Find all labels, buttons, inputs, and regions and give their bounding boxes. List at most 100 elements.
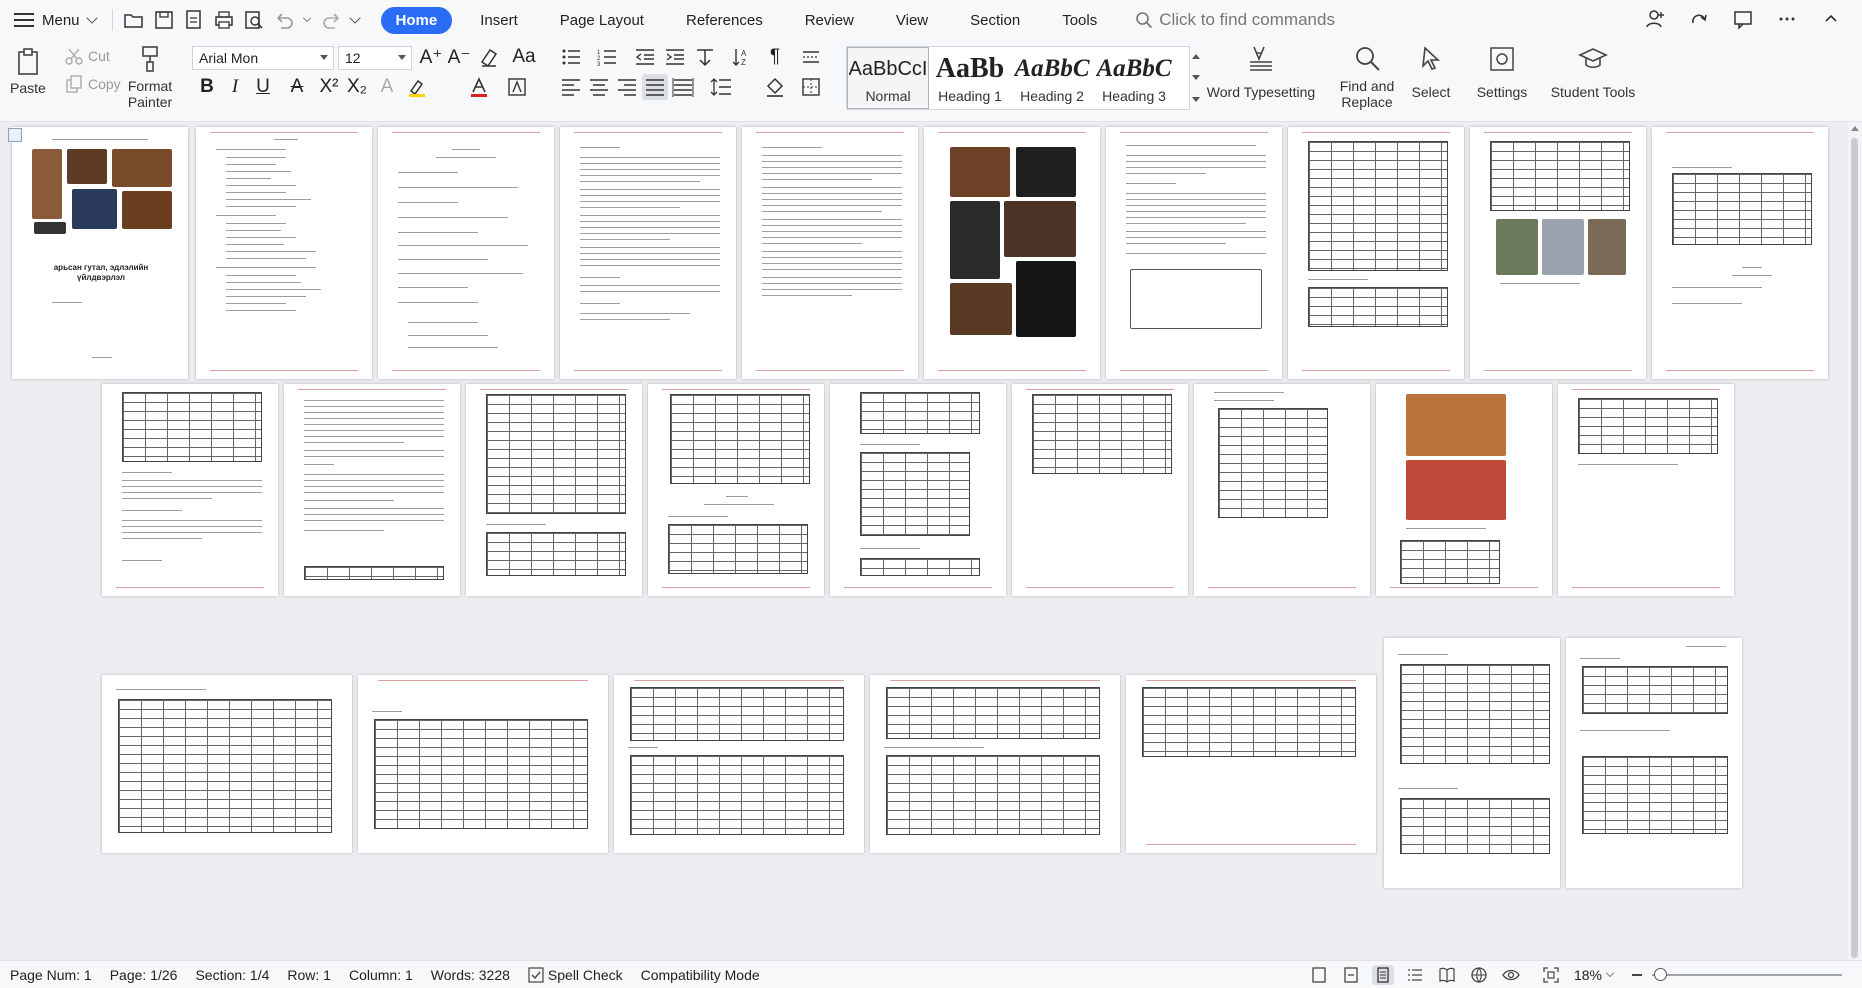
highlight-icon[interactable] (404, 74, 430, 100)
tab-section[interactable]: Section (956, 7, 1034, 34)
print-preview-icon[interactable] (241, 7, 267, 33)
page-thumbnail[interactable] (870, 675, 1120, 853)
line-spacing-icon[interactable] (708, 74, 734, 100)
style-heading-3[interactable]: AaBbC Heading 3 (1093, 47, 1175, 109)
redo-icon[interactable] (319, 7, 345, 33)
page-indicator[interactable]: Page: 1/26 (110, 967, 178, 983)
sort-icon[interactable]: AZ (730, 44, 756, 70)
page-view-icon[interactable] (1371, 965, 1394, 985)
scrollbar-thumb[interactable] (1851, 138, 1858, 958)
paste-button[interactable]: Paste (10, 44, 46, 96)
style-normal[interactable]: AaBbCcI Normal (847, 47, 929, 109)
strikethrough-icon[interactable]: A (284, 74, 310, 100)
page-thumbnail[interactable] (560, 127, 736, 379)
font-color-icon[interactable] (466, 74, 492, 100)
collapse-ribbon-icon[interactable] (1818, 6, 1844, 32)
bullets-icon[interactable] (558, 44, 584, 70)
find-replace-button[interactable]: Find and Replace (1334, 42, 1400, 110)
add-user-icon[interactable] (1642, 6, 1668, 32)
page-thumbnail[interactable] (1376, 384, 1552, 596)
chevron-down-icon[interactable] (85, 12, 98, 24)
settings-button[interactable]: Settings (1472, 42, 1532, 100)
more-icon[interactable] (1774, 6, 1800, 32)
word-count[interactable]: Words: 3228 (431, 967, 510, 983)
distributed-icon[interactable] (670, 74, 696, 100)
page-thumbnail[interactable] (1126, 675, 1376, 853)
tab-view[interactable]: View (882, 7, 942, 34)
italic-icon[interactable]: I (222, 74, 248, 100)
styles-scroll[interactable] (1190, 46, 1202, 110)
justify-icon[interactable] (642, 74, 668, 100)
page-thumbnail[interactable] (1012, 384, 1188, 596)
page-thumbnail[interactable] (1384, 638, 1560, 888)
tab-references[interactable]: References (672, 7, 777, 34)
zoom-dropdown-icon[interactable] (1606, 969, 1614, 977)
protect-doc-icon[interactable] (1308, 965, 1330, 985)
page-thumbnail[interactable] (378, 127, 554, 379)
comment-icon[interactable] (1730, 6, 1756, 32)
page-num[interactable]: Page Num: 1 (10, 967, 92, 983)
font-size-select[interactable]: 12 (338, 46, 412, 70)
customize-toolbar-icon[interactable] (348, 12, 361, 24)
page-thumbnail[interactable] (830, 384, 1006, 596)
page-thumbnail[interactable] (466, 384, 642, 596)
increase-indent-icon[interactable] (662, 44, 688, 70)
save-icon[interactable] (151, 7, 177, 33)
align-left-icon[interactable] (558, 74, 584, 100)
reading-view-icon[interactable] (1436, 965, 1458, 985)
decrease-indent-icon[interactable] (632, 44, 658, 70)
shrink-font-icon[interactable]: A⁻ (446, 44, 472, 70)
undo-icon[interactable] (271, 7, 297, 33)
tab-review[interactable]: Review (791, 7, 868, 34)
word-typesetting-button[interactable]: Word Typesetting (1206, 42, 1316, 100)
document-area[interactable]: арьсан гутал, эдлэлийн үйлдвэрлэл (0, 122, 1862, 960)
page-thumbnail[interactable] (1106, 127, 1282, 379)
format-painter-button[interactable]: Format Painter (127, 42, 173, 110)
align-center-icon[interactable] (586, 74, 612, 100)
subscript-icon[interactable]: X₂ (344, 74, 370, 100)
table-borders-icon[interactable] (798, 44, 824, 70)
page-thumbnail[interactable] (1558, 384, 1734, 596)
eye-protection-icon[interactable] (1500, 965, 1522, 985)
hamburger-icon[interactable] (14, 13, 34, 27)
undo-dropdown-icon[interactable] (302, 14, 311, 22)
page-thumbnail[interactable]: арьсан гутал, эдлэлийн үйлдвэрлэл (12, 127, 188, 379)
tab-home[interactable]: Home (380, 6, 453, 34)
underline-icon[interactable]: U (250, 74, 276, 100)
select-button[interactable]: Select (1408, 42, 1454, 100)
open-folder-icon[interactable] (121, 7, 147, 33)
cut-button[interactable]: Cut (64, 46, 110, 66)
shading-icon[interactable] (762, 74, 788, 100)
print-icon[interactable] (211, 7, 237, 33)
numbering-icon[interactable]: 123 (594, 44, 620, 70)
change-case-icon[interactable]: Aa (506, 44, 542, 70)
web-view-icon[interactable] (1468, 965, 1490, 985)
text-effect-icon[interactable]: A (374, 74, 400, 100)
page-thumbnail[interactable] (1288, 127, 1464, 379)
page-thumbnail[interactable] (742, 127, 918, 379)
vertical-scrollbar[interactable] (1848, 122, 1862, 960)
outline-view-icon[interactable] (1404, 965, 1426, 985)
fit-page-icon[interactable] (1540, 965, 1562, 985)
revision-icon[interactable] (1340, 965, 1362, 985)
bold-icon[interactable]: B (194, 74, 220, 100)
navigation-marker-icon[interactable] (8, 128, 22, 142)
font-name-select[interactable]: Arial Mon (192, 46, 334, 70)
chevron-up-icon[interactable] (1192, 54, 1200, 60)
text-direction-icon[interactable] (692, 44, 718, 70)
section-indicator[interactable]: Section: 1/4 (195, 967, 269, 983)
character-border-icon[interactable] (504, 74, 530, 100)
align-right-icon[interactable] (614, 74, 640, 100)
page-thumbnail[interactable] (102, 675, 352, 853)
style-heading-2[interactable]: AaBbC Heading 2 (1011, 47, 1093, 109)
zoom-slider[interactable] (1652, 968, 1842, 981)
expand-styles-icon[interactable] (1192, 96, 1200, 102)
zoom-level[interactable]: 18% (1574, 967, 1602, 983)
student-tools-button[interactable]: Student Tools (1548, 42, 1638, 100)
page-thumbnail[interactable] (924, 127, 1100, 379)
scroll-up-icon[interactable] (1851, 126, 1859, 131)
page-thumbnail[interactable] (1470, 127, 1646, 379)
paragraph-mark-icon[interactable]: ¶ (762, 44, 788, 70)
share-icon[interactable] (1686, 6, 1712, 32)
spell-check-button[interactable]: Spell Check (528, 967, 623, 983)
